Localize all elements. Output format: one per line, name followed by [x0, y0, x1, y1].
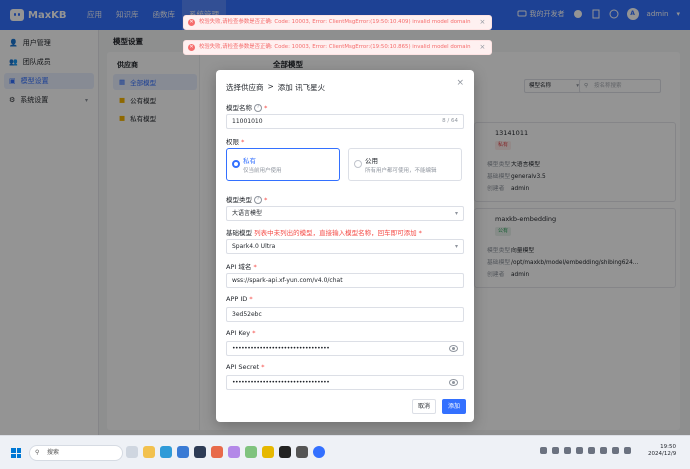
clock[interactable]: 19:50 2024/12/9: [648, 444, 676, 458]
terminal-icon[interactable]: [279, 446, 291, 458]
app-icon[interactable]: [296, 446, 308, 458]
dialog-heading: 添加 讯飞星火: [277, 83, 326, 92]
api-key-label: API Key *: [226, 329, 256, 337]
taskbar-search[interactable]: ⚲ 搜索: [29, 445, 123, 461]
model-name-input[interactable]: 11001010 8 / 64: [226, 114, 464, 129]
search-icon: ⚲: [35, 449, 40, 456]
cancel-button[interactable]: 取消: [412, 399, 436, 414]
tray-icon[interactable]: [552, 447, 559, 454]
error-toast: ✕ 校验失败,请检查参数是否正确: Code: 10003, Error: Cl…: [183, 15, 493, 30]
api-secret-label: API Secret *: [226, 363, 265, 371]
model-type-select[interactable]: 大语言模型 ▾: [226, 206, 464, 221]
model-type-label: 模型类型 ? *: [226, 196, 268, 204]
dialog-title: 选择供应商 > 添加 讯飞星火: [226, 82, 326, 93]
breadcrumb-prev[interactable]: 选择供应商: [226, 82, 264, 93]
eye-icon[interactable]: [449, 379, 458, 386]
tray-icon[interactable]: [576, 447, 583, 454]
permission-public-option[interactable]: 公用 所有用户都可使用，不能编辑: [348, 148, 462, 181]
file-explorer-icon[interactable]: [143, 446, 155, 458]
api-domain-label: API 域名 *: [226, 263, 257, 271]
app-icon[interactable]: [245, 446, 257, 458]
permission-label: 权限 *: [226, 138, 245, 146]
tray-icon[interactable]: [600, 447, 607, 454]
close-icon[interactable]: ×: [480, 16, 486, 29]
close-icon[interactable]: ×: [480, 41, 486, 54]
chevron-down-icon: ▾: [454, 210, 458, 217]
app-id-label: APP ID *: [226, 295, 253, 303]
base-model-label: 基础模型 列表中未列出的模型，直接输入模型名称，回车即可添加 *: [226, 229, 422, 237]
edge-browser-icon[interactable]: [160, 446, 172, 458]
api-key-input[interactable]: ••••••••••••••••••••••••••••••••: [226, 341, 464, 356]
tray-icon[interactable]: [588, 447, 595, 454]
github-icon[interactable]: [194, 446, 206, 458]
tray-icon[interactable]: [564, 447, 571, 454]
app-icon[interactable]: [262, 446, 274, 458]
system-tray: [540, 447, 631, 454]
model-name-label: 模型名称 ? *: [226, 104, 268, 112]
taskbar: ⚲ 搜索 19:50 2024/12/9: [0, 435, 690, 469]
volume-icon[interactable]: [624, 447, 631, 454]
app-id-input[interactable]: 3ed52ebc: [226, 307, 464, 322]
close-icon[interactable]: ×: [456, 78, 464, 88]
error-icon: ✕: [188, 19, 195, 26]
api-domain-input[interactable]: wss://spark-api.xf-yun.com/v4.0/chat: [226, 273, 464, 288]
tray-icon[interactable]: [540, 447, 547, 454]
base-model-select[interactable]: Spark4.0 Ultra ▾: [226, 239, 464, 254]
app-icon[interactable]: [211, 446, 223, 458]
radio-icon: [354, 160, 362, 168]
api-secret-input[interactable]: ••••••••••••••••••••••••••••••••: [226, 375, 464, 390]
taskbar-apps: [126, 446, 325, 458]
help-icon: ?: [254, 104, 263, 112]
task-view-icon[interactable]: [126, 446, 138, 458]
add-button[interactable]: 添加: [442, 399, 466, 414]
browser-icon[interactable]: [313, 446, 325, 458]
eye-icon[interactable]: [449, 345, 458, 352]
add-model-dialog: 选择供应商 > 添加 讯飞星火 × 模型名称 ? * 11001010 8 / …: [216, 70, 474, 422]
error-icon: ✕: [188, 44, 195, 51]
windows-start-icon[interactable]: [11, 448, 21, 458]
chevron-down-icon: ▾: [454, 243, 458, 250]
app-icon[interactable]: [228, 446, 240, 458]
store-icon[interactable]: [177, 446, 189, 458]
error-toast: ✕ 校验失败,请检查参数是否正确: Code: 10003, Error: Cl…: [183, 40, 493, 55]
permission-private-option[interactable]: 私有 仅当前用户使用: [226, 148, 340, 181]
wifi-icon[interactable]: [612, 447, 619, 454]
radio-checked-icon: [232, 160, 240, 168]
